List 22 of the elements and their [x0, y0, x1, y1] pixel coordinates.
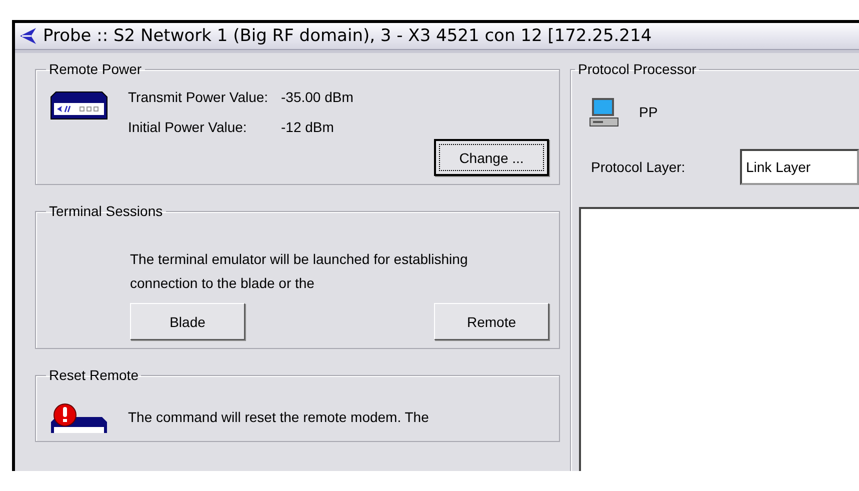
group-title: Terminal Sessions: [48, 203, 164, 219]
change-button[interactable]: Change ...: [434, 139, 549, 176]
processor-name: PP: [639, 104, 658, 120]
output-area[interactable]: [579, 207, 859, 471]
group-title: Reset Remote: [48, 367, 140, 383]
warning-modem-icon: [50, 403, 108, 433]
protocol-layer-label: Protocol Layer:: [591, 159, 686, 175]
description-text: The terminal emulator will be launched for establishing connection to the blade or the: [130, 250, 469, 293]
description-text: The command will reset the remote modem. The: [128, 409, 429, 427]
field-value: -35.00 dBm: [281, 89, 354, 105]
session-button[interactable]: Blade: [130, 303, 245, 340]
computer-icon: [589, 97, 619, 127]
modem-icon: [50, 91, 108, 121]
group-title: Protocol Processor: [577, 61, 698, 77]
field-label: Initial Power Value:: [128, 119, 248, 135]
field-label: Transmit Power Value:: [128, 89, 270, 105]
window-title: Probe :: S2 Network 1 (Big RF domain), 3 - X3 4521 con 12 [172.25.214: [43, 26, 652, 46]
arrow-icon: [19, 27, 37, 45]
protocol-layer-field[interactable]: Link Layer: [740, 149, 859, 185]
session-button[interactable]: Remote: [434, 303, 549, 340]
field-value: -12 dBm: [281, 119, 334, 135]
group-title: Remote Power: [48, 61, 143, 77]
